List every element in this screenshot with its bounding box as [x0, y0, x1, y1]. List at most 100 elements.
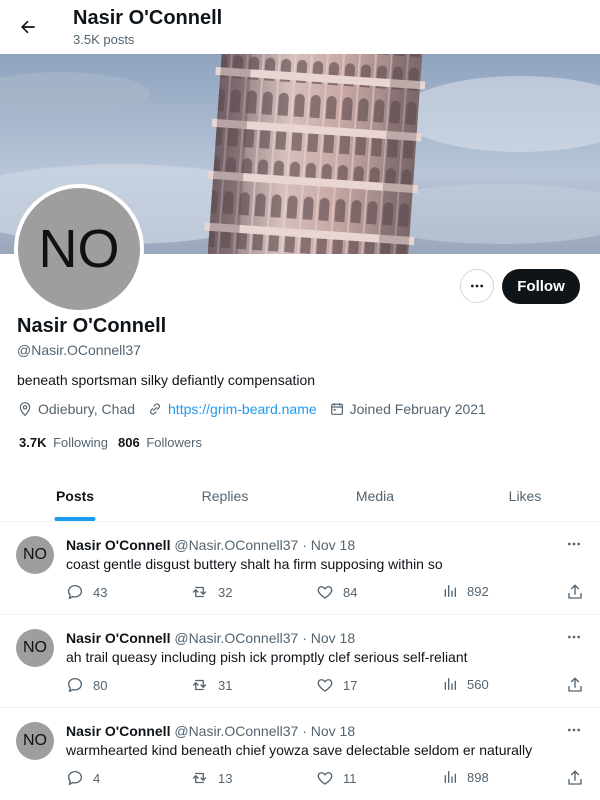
- arrow-left-icon: [21, 20, 35, 34]
- post-text: ah trail queasy including pish ick promp…: [66, 649, 468, 665]
- post-header: Nasir O'Connell @Nasir.OConnell37 · Nov …: [66, 630, 355, 646]
- reply-count: 43: [93, 584, 108, 600]
- following-link[interactable]: 3.7K Following: [19, 435, 108, 450]
- views-chart-icon: [444, 771, 456, 783]
- post-author-handle[interactable]: @Nasir.OConnell37: [174, 723, 298, 739]
- post-date[interactable]: Nov 18: [311, 537, 355, 553]
- header-title: Nasir O'Connell: [73, 7, 223, 29]
- follow-button[interactable]: Follow: [502, 269, 580, 304]
- share-icon: [568, 584, 582, 599]
- share-button[interactable]: [566, 769, 593, 787]
- reply-button[interactable]: 80: [66, 676, 107, 694]
- joined-item: Joined February 2021: [329, 401, 486, 417]
- profile-avatar[interactable]: NO: [14, 184, 144, 314]
- post-more-button[interactable]: [563, 536, 585, 552]
- post-item[interactable]: NO Nasir O'Connell @Nasir.OConnell37 · N…: [0, 708, 600, 800]
- share-button[interactable]: [566, 676, 593, 694]
- like-button[interactable]: 84: [316, 583, 357, 601]
- post-author-name[interactable]: Nasir O'Connell: [66, 630, 170, 646]
- location-item: Odiebury, Chad: [17, 401, 135, 417]
- repost-icon: [192, 679, 207, 691]
- profile-meta: Odiebury, Chad https://grim-beard.name J…: [17, 400, 498, 418]
- website-item[interactable]: https://grim-beard.name: [147, 401, 317, 417]
- post-date[interactable]: Nov 18: [311, 630, 355, 646]
- share-icon: [568, 770, 582, 785]
- views-count: 892: [467, 583, 489, 599]
- location-pin-icon: [19, 402, 31, 417]
- following-count: 3.7K: [19, 435, 47, 450]
- post-more-button[interactable]: [563, 722, 585, 738]
- reply-icon: [67, 770, 83, 786]
- link-icon: [150, 403, 160, 415]
- more-horizontal-icon: [568, 635, 580, 639]
- share-button[interactable]: [566, 583, 593, 601]
- more-horizontal-icon: [568, 728, 580, 732]
- post-avatar[interactable]: NO: [16, 536, 54, 574]
- profile-handle: @Nasir.OConnell37: [17, 342, 141, 358]
- profile-tabs: Posts Replies Media Likes: [0, 470, 600, 522]
- tab-likes[interactable]: Likes: [450, 470, 600, 521]
- back-button[interactable]: [12, 11, 44, 43]
- post-author-name[interactable]: Nasir O'Connell: [66, 723, 170, 739]
- repost-button[interactable]: 32: [190, 583, 232, 601]
- post-author-handle[interactable]: @Nasir.OConnell37: [174, 630, 298, 646]
- post-actions: 43 32 84 892: [66, 583, 586, 603]
- post-text: coast gentle disgust buttery shalt ha fi…: [66, 556, 443, 572]
- following-label: Following: [53, 435, 109, 450]
- top-bar: Nasir O'Connell 3.5K posts: [0, 0, 600, 54]
- reply-count: 80: [93, 677, 108, 693]
- tab-media[interactable]: Media: [300, 470, 450, 521]
- views-button[interactable]: 898: [442, 769, 489, 785]
- followers-link[interactable]: 806 Followers: [118, 435, 202, 450]
- more-horizontal-icon: [471, 284, 483, 288]
- reply-button[interactable]: 4: [66, 769, 100, 787]
- post-item[interactable]: NO Nasir O'Connell @Nasir.OConnell37 · N…: [0, 522, 600, 615]
- follow-counts: 3.7K Following 806 Followers: [19, 435, 212, 450]
- like-count: 84: [343, 584, 358, 600]
- heart-icon: [317, 772, 333, 785]
- header-posts-count: 3.5K posts: [73, 32, 135, 47]
- repost-count: 31: [218, 677, 233, 693]
- website-link[interactable]: https://grim-beard.name: [168, 401, 317, 417]
- views-button[interactable]: 560: [442, 676, 489, 692]
- like-button[interactable]: 11: [316, 769, 357, 787]
- heart-icon: [317, 679, 333, 692]
- reply-button[interactable]: 43: [66, 583, 107, 601]
- tab-posts[interactable]: Posts: [0, 470, 150, 521]
- post-separator: ·: [302, 537, 307, 553]
- post-header: Nasir O'Connell @Nasir.OConnell37 · Nov …: [66, 537, 355, 553]
- post-header: Nasir O'Connell @Nasir.OConnell37 · Nov …: [66, 723, 355, 739]
- more-options-button[interactable]: [460, 269, 494, 303]
- views-count: 898: [467, 769, 489, 785]
- post-more-button[interactable]: [563, 629, 585, 645]
- like-button[interactable]: 17: [316, 676, 357, 694]
- views-chart-icon: [444, 585, 456, 597]
- post-date[interactable]: Nov 18: [311, 723, 355, 739]
- views-button[interactable]: 892: [442, 583, 489, 599]
- post-avatar[interactable]: NO: [16, 722, 54, 760]
- profile-name: Nasir O'Connell: [17, 315, 167, 337]
- post-separator: ·: [302, 630, 307, 646]
- post-author-handle[interactable]: @Nasir.OConnell37: [174, 537, 298, 553]
- more-horizontal-icon: [568, 542, 580, 546]
- joined-text: Joined February 2021: [349, 401, 486, 417]
- location-text: Odiebury, Chad: [38, 401, 136, 417]
- post-actions: 4 13 11 898: [66, 769, 586, 789]
- views-count: 560: [467, 676, 489, 692]
- tab-replies[interactable]: Replies: [150, 470, 300, 521]
- like-count: 11: [343, 770, 357, 786]
- repost-count: 32: [218, 584, 233, 600]
- repost-button[interactable]: 13: [190, 769, 232, 787]
- post-separator: ·: [302, 723, 307, 739]
- avatar-initials: NO: [38, 219, 120, 279]
- reply-count: 4: [93, 770, 101, 786]
- post-item[interactable]: NO Nasir O'Connell @Nasir.OConnell37 · N…: [0, 615, 600, 708]
- post-author-name[interactable]: Nasir O'Connell: [66, 537, 170, 553]
- followers-label: Followers: [146, 435, 202, 450]
- followers-count: 806: [118, 435, 140, 450]
- profile-bio: beneath sportsman silky defiantly compen…: [17, 372, 316, 388]
- repost-button[interactable]: 31: [190, 676, 232, 694]
- share-icon: [568, 677, 582, 692]
- post-avatar[interactable]: NO: [16, 629, 54, 667]
- heart-icon: [317, 586, 333, 599]
